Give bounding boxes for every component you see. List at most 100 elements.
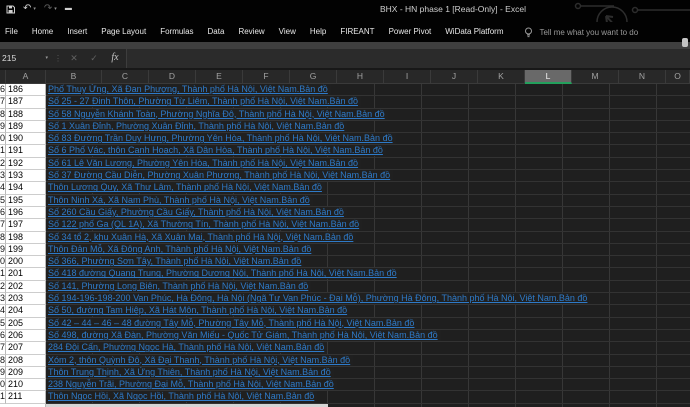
address-link[interactable]: Thôn Đản Mỗ, Xã Đông Anh, Thành phố Hà N… — [46, 243, 315, 255]
address-link[interactable]: Số 498, đường Xã Đàn, Phường Văn Miếu - … — [46, 329, 441, 341]
address-cell[interactable]: Thôn Lương Quy, Xã Thư Lâm, Thành phố Hà… — [46, 182, 690, 195]
address-cell[interactable]: Số 42 – 44 – 46 – 48 đường Tây Mỗ, Phườn… — [46, 317, 690, 330]
ribbon-tab-widata-platform[interactable]: WiData Platform — [438, 22, 510, 42]
address-cell[interactable]: Thôn Trung Thịnh, Xã Ứng Thiên, Thành ph… — [46, 366, 690, 380]
row-number-cell[interactable]: 199 — [6, 243, 46, 257]
address-cell[interactable]: Số 366, Phường Sơn Tây, Thành phố Hà Nội… — [46, 256, 690, 269]
address-link[interactable]: Số 6 Phố Vác, thôn Canh Hoạch, Xã Dân Hò… — [46, 145, 386, 157]
row-number-cell[interactable]: 194 — [6, 182, 46, 195]
address-cell[interactable]: Số 418 đường Quang Trung, Phường Dương N… — [46, 268, 690, 281]
address-link[interactable]: Số 58 Nguyễn Khánh Toàn, Phường Nghĩa Đô… — [46, 108, 388, 120]
address-cell[interactable]: 284 Đội Cấn, Phường Ngọc Hà, Thành phố H… — [46, 342, 690, 355]
address-cell[interactable]: Số 50, đường Tam Hiệp, Xã Hát Môn, Thành… — [46, 305, 690, 318]
column-header-K[interactable]: K — [478, 70, 525, 84]
address-cell[interactable]: 238 Nguyễn Trãi, Phường Đại Mỗ, Thành ph… — [46, 379, 690, 392]
ribbon-tab-view[interactable]: View — [272, 22, 303, 42]
column-header-B[interactable]: B — [46, 70, 102, 84]
column-header-M[interactable]: M — [572, 70, 619, 84]
address-cell[interactable]: Số 122 phố Ga (QL 1A), Xã Thường Tín, Th… — [46, 219, 690, 232]
column-header-G[interactable]: G — [290, 70, 337, 84]
address-cell[interactable]: Số 194-196-198-200 Van Phúc, Hà Đông, Hà… — [46, 293, 690, 306]
column-header-O[interactable]: O — [666, 70, 690, 84]
address-cell[interactable]: Phố Thuy Ứng, Xã Đan Phượng, Thành phố H… — [46, 84, 690, 97]
address-cell[interactable]: Số 58 Nguyễn Khánh Toàn, Phường Nghĩa Đô… — [46, 108, 690, 121]
row-number-cell[interactable]: 197 — [6, 219, 46, 232]
row-number-cell[interactable]: 189 — [6, 120, 46, 134]
column-header-A[interactable]: A — [6, 70, 46, 84]
redo-dropdown-icon[interactable]: ▾ — [54, 3, 57, 15]
undo-dropdown-icon[interactable]: ▾ — [33, 3, 36, 15]
column-header-L[interactable]: L — [525, 70, 572, 84]
row-number-cell[interactable]: 207 — [6, 342, 46, 355]
address-link[interactable]: Thôn Ngọc Hồi, Xã Ngọc Hồi, Thành phố Hà… — [46, 391, 318, 403]
row-number-cell[interactable]: 198 — [6, 231, 46, 244]
address-cell[interactable]: Số 141, Phường Long Biên, Thành phố Hà N… — [46, 280, 690, 294]
row-number-cell[interactable]: 193 — [6, 170, 46, 183]
column-header-F[interactable]: F — [243, 70, 290, 84]
column-header-I[interactable]: I — [384, 70, 431, 84]
address-link[interactable]: Số 61 Lê Văn Lương, Phường Yên Hòa, Thàn… — [46, 157, 362, 169]
row-number-cell[interactable]: 206 — [6, 329, 46, 343]
row-number-cell[interactable]: 188 — [6, 108, 46, 121]
enter-icon[interactable]: ✓ — [84, 49, 104, 68]
row-number-cell[interactable]: 195 — [6, 194, 46, 207]
address-cell[interactable]: Số 6 Phố Vác, thôn Canh Hoạch, Xã Dân Hò… — [46, 145, 690, 158]
address-cell[interactable]: Số 37 Đường Cầu Diễn, Phường Xuân Phương… — [46, 170, 690, 183]
row-number-cell[interactable]: 205 — [6, 317, 46, 330]
address-link[interactable]: Số 260 Cầu Giấy, Phường Cầu Giấy, Thành … — [46, 206, 347, 218]
row-number-cell[interactable]: 204 — [6, 305, 46, 318]
address-link[interactable]: Số 34 tổ 2, khu Xuân Hà, Xã Xuân Mai, Th… — [46, 231, 357, 243]
address-link[interactable]: Số 50, đường Tam Hiệp, Xã Hát Môn, Thành… — [46, 305, 351, 317]
address-link[interactable]: 284 Đội Cấn, Phường Ngọc Hà, Thành phố H… — [46, 342, 328, 354]
row-number-cell[interactable]: 190 — [6, 133, 46, 146]
row-number-cell[interactable]: 186 — [6, 84, 46, 97]
column-header-N[interactable]: N — [619, 70, 666, 84]
row-number-cell[interactable]: 208 — [6, 354, 46, 367]
address-link[interactable]: Số 25 - 27 Đinh Thôn, Phường Từ Liêm, Th… — [46, 96, 361, 108]
row-number-cell[interactable]: 203 — [6, 293, 46, 306]
address-link[interactable]: Số 42 – 44 – 46 – 48 đường Tây Mỗ, Phườn… — [46, 317, 418, 329]
address-link[interactable]: 238 Nguyễn Trãi, Phường Đại Mỗ, Thành ph… — [46, 379, 337, 391]
insert-function-icon[interactable]: fx — [104, 49, 126, 68]
row-number-cell[interactable]: 202 — [6, 280, 46, 294]
row-number-cell[interactable]: 200 — [6, 256, 46, 269]
address-link[interactable]: Số 83 Đường Trần Duy Hưng, Phường Yên Hò… — [46, 133, 396, 145]
address-cell[interactable]: Số 83 Đường Trần Duy Hưng, Phường Yên Hò… — [46, 133, 690, 146]
address-link[interactable]: Thôn Lương Quy, Xã Thư Lâm, Thành phố Hà… — [46, 182, 325, 194]
address-cell[interactable]: Thôn Ngọc Hồi, Xã Ngọc Hồi, Thành phố Hà… — [46, 391, 690, 404]
row-number-cell[interactable]: 209 — [6, 366, 46, 380]
address-link[interactable]: Số 141, Phường Long Biên, Thành phố Hà N… — [46, 280, 312, 292]
row-number-cell[interactable]: 211 — [6, 391, 46, 404]
name-box[interactable]: 215 ▾ — [0, 49, 52, 68]
address-link[interactable]: Số 122 phố Ga (QL 1A), Xã Thường Tín, Th… — [46, 219, 363, 231]
tell-me-search[interactable]: Tell me what you want to do — [524, 27, 638, 38]
address-cell[interactable]: Xóm 2, thôn Quỳnh Đô, Xã Đại Thanh, Thàn… — [46, 354, 690, 367]
save-icon[interactable] — [6, 5, 15, 14]
ribbon-tab-insert[interactable]: Insert — [60, 22, 94, 42]
ribbon-tab-help[interactable]: Help — [303, 22, 333, 42]
address-cell[interactable]: Số 1 Xuân Đỉnh, Phường Xuân Đỉnh, Thành … — [46, 120, 690, 134]
address-link[interactable]: Số 37 Đường Cầu Diễn, Phường Xuân Phương… — [46, 170, 394, 182]
cancel-icon[interactable]: ✕ — [64, 49, 84, 68]
customize-quick-access-icon[interactable]: ▬ — [65, 3, 72, 15]
address-link[interactable]: Số 194-196-198-200 Van Phúc, Hà Đông, Hà… — [46, 293, 591, 305]
ribbon-tab-fireant[interactable]: FIREANT — [333, 22, 381, 42]
address-cell[interactable]: Số 61 Lê Văn Lương, Phường Yên Hòa, Thàn… — [46, 157, 690, 171]
ribbon-tab-page-layout[interactable]: Page Layout — [94, 22, 153, 42]
row-number-cell[interactable]: 192 — [6, 157, 46, 171]
address-cell[interactable]: Số 260 Cầu Giấy, Phường Cầu Giấy, Thành … — [46, 206, 690, 220]
address-link[interactable]: Xóm 2, thôn Quỳnh Đô, Xã Đại Thanh, Thàn… — [46, 354, 354, 366]
address-link[interactable]: Phố Thuy Ứng, Xã Đan Phượng, Thành phố H… — [46, 84, 331, 95]
column-header-D[interactable]: D — [149, 70, 196, 84]
address-link[interactable]: Số 1 Xuân Đỉnh, Phường Xuân Đỉnh, Thành … — [46, 120, 348, 132]
redo-icon[interactable]: ↷ ▾ — [44, 3, 57, 15]
row-number-cell[interactable]: 187 — [6, 96, 46, 109]
row-number-cell[interactable]: 191 — [6, 145, 46, 158]
ribbon-tab-power-pivot[interactable]: Power Pivot — [382, 22, 439, 42]
address-cell[interactable]: Thôn Đản Mỗ, Xã Đông Anh, Thành phố Hà N… — [46, 243, 690, 257]
address-cell[interactable]: Thôn Ninh Xá, Xã Nam Phù, Thành phố Hà N… — [46, 194, 690, 207]
name-box-dropdown-icon[interactable]: ▾ — [45, 49, 48, 68]
undo-icon[interactable]: ↶ ▾ — [23, 3, 36, 15]
column-header-C[interactable]: C — [102, 70, 149, 84]
ribbon-tab-formulas[interactable]: Formulas — [153, 22, 200, 42]
